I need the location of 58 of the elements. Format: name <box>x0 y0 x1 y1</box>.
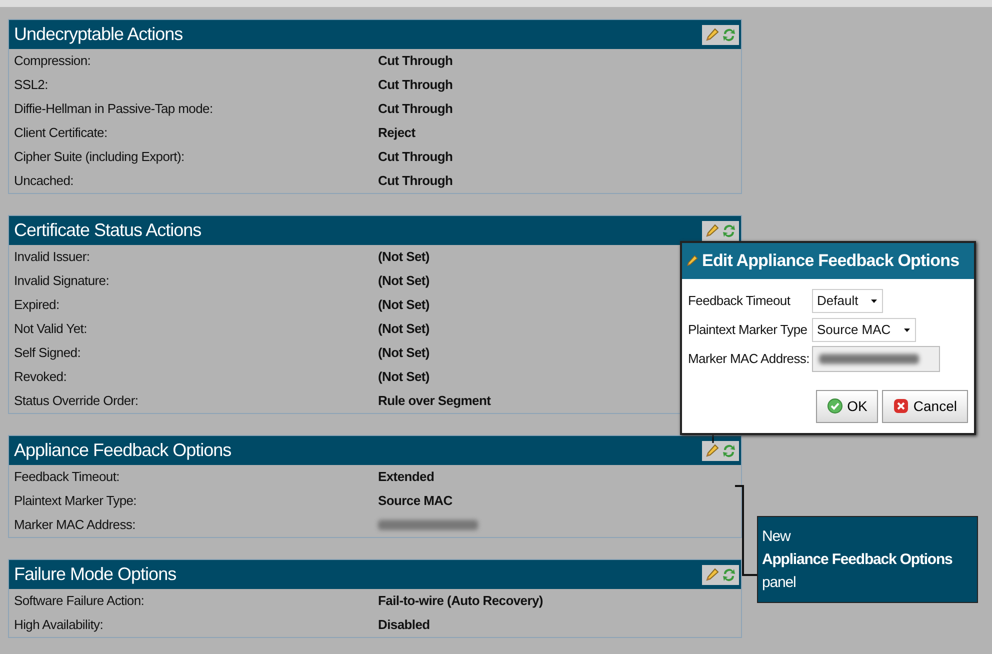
field-label: Status Override Order: <box>14 392 140 410</box>
panel-title: Failure Mode Options <box>14 563 176 586</box>
panel-title: Undecryptable Actions <box>14 23 183 46</box>
field-value: Disabled <box>378 616 430 634</box>
field-label: Cipher Suite (including Export): <box>14 148 186 166</box>
field-label: Compression: <box>14 52 92 70</box>
field-value: Cut Through <box>378 76 453 94</box>
field-value: Fail-to-wire (Auto Recovery) <box>378 592 543 610</box>
ok-button[interactable]: OK <box>816 390 878 422</box>
close-icon <box>893 398 910 414</box>
caret-icon <box>870 297 878 305</box>
field-label: Plaintext Marker Type <box>688 321 808 340</box>
pencil-icon <box>685 252 699 269</box>
field-label: Software Failure Action: <box>14 592 146 610</box>
pencil-icon[interactable] <box>704 26 720 44</box>
panel-title: Certificate Status Actions <box>14 219 202 242</box>
field-value: Extended <box>378 468 434 486</box>
field-label: Plaintext Marker Type: <box>14 492 138 510</box>
field-label: Uncached: <box>14 172 74 190</box>
pencil-icon[interactable] <box>704 566 720 584</box>
field-label: SSL2: <box>14 76 49 94</box>
field-value: Source MAC <box>378 492 452 510</box>
field-label: Not Valid Yet: <box>14 320 88 338</box>
field-label: Marker MAC Address: <box>688 350 810 368</box>
field-label: High Availability: <box>14 616 104 634</box>
field-label: Feedback Timeout: <box>14 468 120 486</box>
field-label: Revoked: <box>14 368 68 386</box>
field-value: (Not Set) <box>378 320 430 338</box>
select-field[interactable]: Default <box>812 289 884 313</box>
pencil-icon[interactable] <box>704 442 720 460</box>
field-value: Reject <box>378 124 416 142</box>
field-label: Diffie-Hellman in Passive-Tap mode: <box>14 100 214 118</box>
field-value: Rule over Segment <box>378 392 491 410</box>
field-value: Cut Through <box>378 100 453 118</box>
field-value: (Not Set) <box>378 344 430 362</box>
dialog-title: Edit Appliance Feedback Options <box>702 250 960 272</box>
field-value: Cut Through <box>378 148 453 166</box>
check-icon <box>827 398 844 414</box>
field-label: Invalid Issuer: <box>14 248 91 266</box>
field-value: Cut Through <box>378 172 453 190</box>
field-value: (Not Set) <box>378 248 430 266</box>
cancel-button[interactable]: Cancel <box>882 390 968 422</box>
field-label: Client Certificate: <box>14 124 108 142</box>
field-label: Marker MAC Address: <box>14 516 136 534</box>
field-value: (Not Set) <box>378 272 430 290</box>
input-field[interactable] <box>812 346 940 372</box>
select-field[interactable]: Source MAC <box>812 318 916 342</box>
field-label: Self Signed: <box>14 344 82 362</box>
caret-icon <box>902 326 911 334</box>
panel-title: Appliance Feedback Options <box>14 439 232 462</box>
field-label: Expired: <box>14 296 60 314</box>
callout-note: New Appliance Feedback Options panel <box>757 516 978 603</box>
field-value: Cut Through <box>378 52 453 70</box>
field-label: Invalid Signature: <box>14 272 110 290</box>
field-value: (Not Set) <box>378 368 430 386</box>
pencil-icon[interactable] <box>704 222 720 240</box>
field-label: Feedback Timeout <box>688 292 792 310</box>
field-value: (Not Set) <box>378 296 430 314</box>
